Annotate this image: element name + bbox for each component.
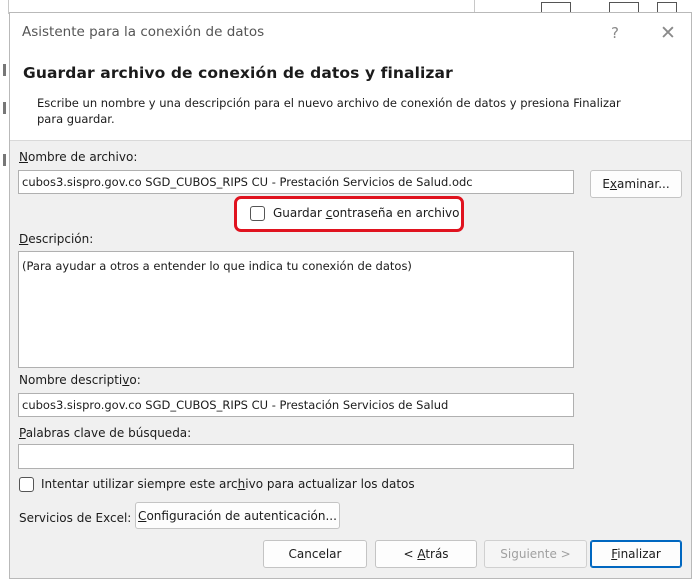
bg-tick [3,64,6,76]
save-password-label: Guardar contraseña en archivo [273,206,460,220]
file-name-input[interactable]: cubos3.sispro.gov.co SGD_CUBOS_RIPS CU -… [18,170,574,194]
bg-tick [3,154,6,166]
page-title: Guardar archivo de conexión de datos y f… [23,64,453,82]
data-connection-wizard-dialog: Asistente para la conexión de datos ? ✕ … [9,12,692,579]
excel-services-label: Servicios de Excel: [19,511,132,525]
close-icon[interactable]: ✕ [656,22,680,44]
save-password-checkbox[interactable] [250,206,265,221]
browse-button[interactable]: Examinar... [590,170,682,198]
friendly-name-input[interactable]: cubos3.sispro.gov.co SGD_CUBOS_RIPS CU -… [18,393,574,417]
friendly-name-label: Nombre descriptivo: [19,373,141,387]
always-use-file-checkbox[interactable] [19,477,34,492]
help-button[interactable]: ? [603,22,627,44]
finish-button[interactable]: Finalizar [590,540,682,568]
next-button[interactable]: Siguiente > [484,540,587,568]
authentication-settings-button[interactable]: Configuración de autenticación... [135,502,340,529]
dialog-title: Asistente para la conexión de datos [22,24,265,40]
bg-tick [3,102,6,114]
back-button[interactable]: < Atrás [375,540,477,568]
cancel-button[interactable]: Cancelar [263,540,367,568]
dialog-titlebar: Asistente para la conexión de datos ? ✕ [10,13,691,53]
file-name-label: Nombre de archivo: [19,150,138,164]
always-use-file-label: Intentar utilizar siempre este archivo p… [41,477,415,491]
page-description: Escribe un nombre y una descripción para… [37,96,621,126]
keywords-label: Palabras clave de búsqueda: [19,426,192,440]
description-textarea[interactable]: (Para ayudar a otros a entender lo que i… [18,251,574,368]
description-label: Descripción: [19,232,94,246]
keywords-input[interactable] [18,444,574,469]
